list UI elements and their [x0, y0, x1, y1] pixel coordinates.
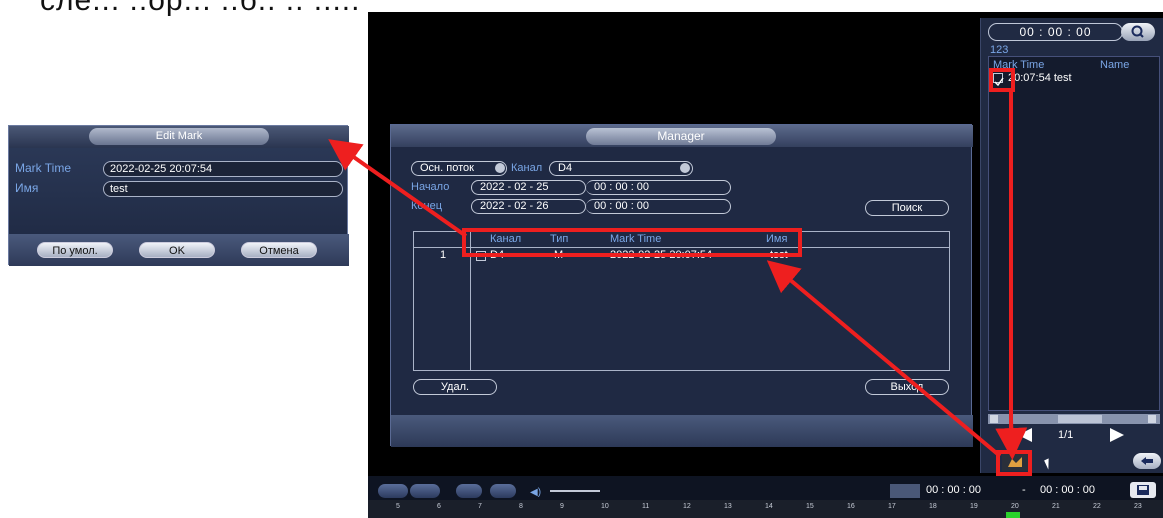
arrow-to-row: [766, 260, 1002, 458]
annotation-arrows: [328, 139, 1028, 460]
arrow-to-edit-dialog: [328, 139, 468, 238]
arrow-down-to-button: [995, 419, 1028, 460]
